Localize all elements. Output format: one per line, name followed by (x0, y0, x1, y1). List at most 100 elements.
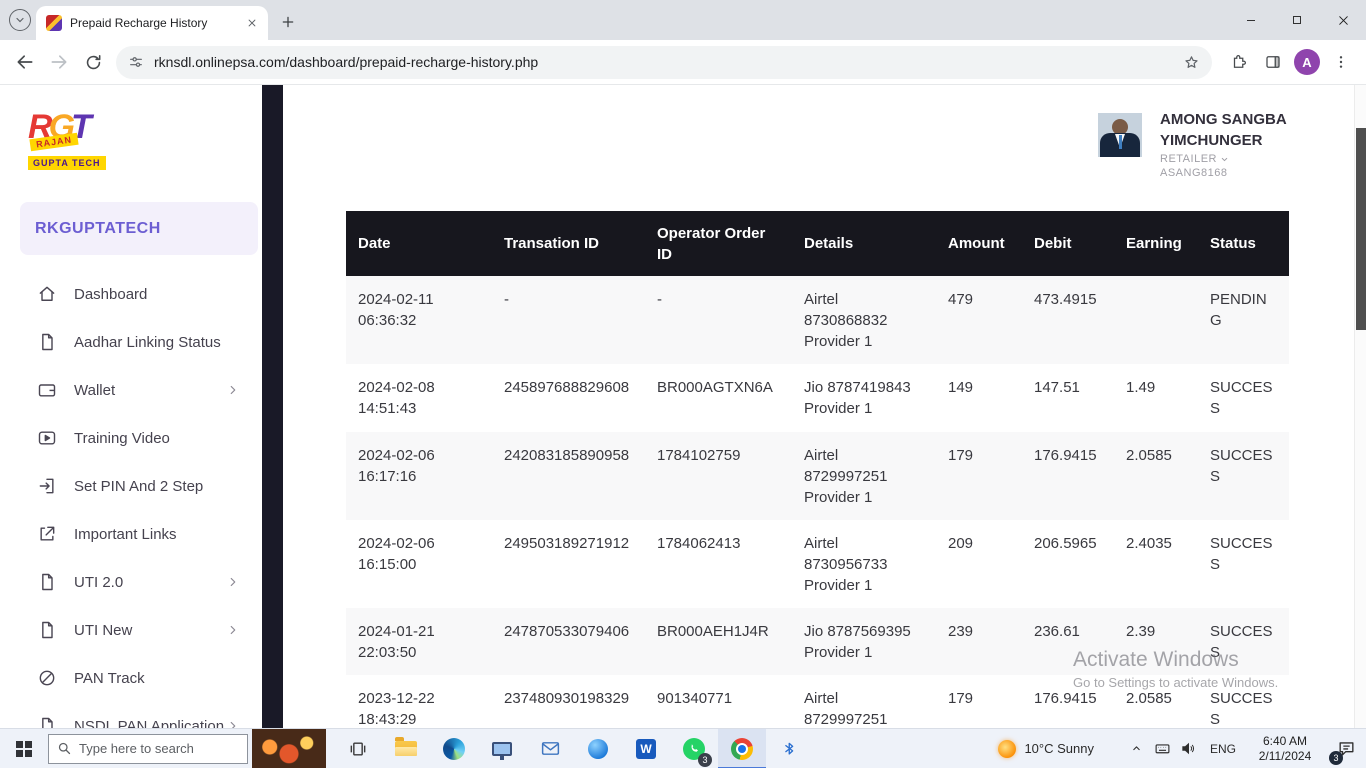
cell-earning (1114, 276, 1198, 364)
hidden-icons-button[interactable] (1126, 729, 1148, 768)
bluetooth-icon (781, 740, 799, 758)
table-row: 2024-01-21 22:03:50 247870533079406 BR00… (346, 608, 1289, 675)
column-header-earning: Earning (1114, 211, 1198, 276)
sidebar-item-dashboard[interactable]: Dashboard (0, 270, 262, 318)
document-icon (36, 619, 58, 641)
recharge-history-table: Date Transation ID Operator Order ID Det… (346, 211, 1289, 728)
sidebar-item-label: UTI 2.0 (74, 574, 123, 591)
table-row: 2024-02-11 06:36:32 - - Airtel 873086883… (346, 276, 1289, 364)
url-text[interactable]: rknsdl.onlinepsa.com/dashboard/prepaid-r… (154, 54, 1183, 70)
notification-center-button[interactable]: 3 (1326, 729, 1366, 768)
user-role-dropdown[interactable]: RETAILER (1160, 153, 1292, 165)
column-header-status: Status (1198, 211, 1289, 276)
cell-status: SUCCESS (1198, 608, 1289, 675)
cell-earning: 2.39 (1114, 608, 1198, 675)
sidebar-item-uti-new[interactable]: UTI New (0, 606, 262, 654)
chevron-up-icon (1130, 742, 1143, 755)
sidebar-item-pan-track[interactable]: PAN Track (0, 654, 262, 702)
taskbar-search[interactable]: Type here to search (48, 734, 248, 764)
sidebar-item-training-video[interactable]: Training Video (0, 414, 262, 462)
sidebar-item-label: Dashboard (74, 286, 147, 303)
word-button[interactable] (622, 729, 670, 768)
mail-button[interactable] (526, 729, 574, 768)
blue-app-button[interactable] (574, 729, 622, 768)
toolbar-right: A (1222, 45, 1358, 79)
cell-date: 2024-02-06 16:17:16 (346, 432, 492, 520)
browser-menu-icon[interactable] (1324, 45, 1358, 79)
back-button[interactable] (8, 45, 42, 79)
notification-badge: 3 (1329, 751, 1343, 765)
reload-button[interactable] (76, 45, 110, 79)
sidebar-item-label: UTI New (74, 622, 132, 639)
sidebar-item-important-links[interactable]: Important Links (0, 510, 262, 558)
sidebar-item-set-pin[interactable]: Set PIN And 2 Step (0, 462, 262, 510)
start-button[interactable] (0, 729, 48, 768)
site-settings-icon[interactable] (128, 54, 144, 70)
tab-list-icon[interactable] (9, 9, 31, 31)
user-id: ASANG8168 (1160, 167, 1292, 179)
browser-tab-strip: Prepaid Recharge History (0, 0, 1366, 40)
weather-text: 10°C Sunny (1024, 741, 1094, 756)
column-header-transation-id: Transation ID (492, 211, 645, 276)
column-header-amount: Amount (936, 211, 1022, 276)
extensions-icon[interactable] (1222, 45, 1256, 79)
chevron-down-icon (1220, 155, 1229, 164)
chevron-right-icon (226, 623, 240, 637)
table-row: 2024-02-06 16:15:00 249503189271912 1784… (346, 520, 1289, 608)
cell-debit: 206.5965 (1022, 520, 1114, 608)
task-view-icon (348, 739, 368, 759)
video-icon (36, 427, 58, 449)
cell-operator-order-id: 1784062413 (645, 520, 792, 608)
wallet-icon (36, 379, 58, 401)
profile-avatar[interactable]: A (1294, 49, 1320, 75)
monitor-app-button[interactable] (478, 729, 526, 768)
windows-logo-icon (16, 741, 32, 757)
task-view-button[interactable] (334, 729, 382, 768)
touch-keyboard-button[interactable] (1152, 729, 1174, 768)
window-minimize-icon[interactable] (1228, 0, 1274, 40)
edge-icon (443, 738, 465, 760)
volume-button[interactable] (1178, 729, 1200, 768)
browser-toolbar: rknsdl.onlinepsa.com/dashboard/prepaid-r… (0, 40, 1366, 85)
cell-transation-id: - (492, 276, 645, 364)
brand-title[interactable]: RKGUPTATECH (20, 202, 258, 255)
column-header-debit: Debit (1022, 211, 1114, 276)
bookmark-star-icon[interactable] (1183, 54, 1200, 71)
sidebar-item-wallet[interactable]: Wallet (0, 366, 262, 414)
bluetooth-button[interactable] (766, 729, 814, 768)
page-scrollbar[interactable] (1354, 85, 1366, 728)
tab-close-icon[interactable] (243, 15, 260, 32)
sidebar-item-aadhar-linking-status[interactable]: Aadhar Linking Status (0, 318, 262, 366)
window-close-icon[interactable] (1320, 0, 1366, 40)
user-avatar (1098, 113, 1142, 157)
sidebar-item-uti-20[interactable]: UTI 2.0 (0, 558, 262, 606)
browser-tab[interactable]: Prepaid Recharge History (36, 6, 268, 40)
taskbar-clock[interactable]: 6:40 AM 2/11/2024 (1252, 734, 1318, 764)
language-indicator[interactable]: ENG (1210, 742, 1236, 756)
sidebar-divider (262, 85, 283, 728)
cell-date: 2024-02-08 14:51:43 (346, 364, 492, 432)
new-tab-button[interactable] (274, 8, 302, 36)
cell-date: 2023-12-22 18:43:29 (346, 675, 492, 728)
chrome-icon (731, 738, 753, 760)
address-bar[interactable]: rknsdl.onlinepsa.com/dashboard/prepaid-r… (116, 46, 1212, 79)
side-panel-icon[interactable] (1256, 45, 1290, 79)
cell-status: SUCCESS (1198, 520, 1289, 608)
sidebar-item-nsdl-pan-application[interactable]: NSDL PAN Application (0, 702, 262, 728)
sidebar-item-label: Aadhar Linking Status (74, 334, 221, 351)
whatsapp-button[interactable]: 3 (670, 729, 718, 768)
chrome-button[interactable] (718, 729, 766, 768)
column-header-operator-order-id: Operator Order ID (645, 211, 792, 276)
news-interests-widget[interactable] (252, 729, 326, 768)
file-explorer-button[interactable] (382, 729, 430, 768)
weather-widget[interactable]: 10°C Sunny (998, 740, 1094, 758)
window-maximize-icon[interactable] (1274, 0, 1320, 40)
table-header-row: Date Transation ID Operator Order ID Det… (346, 211, 1289, 276)
cell-transation-id: 245897688829608 (492, 364, 645, 432)
rgt-logo[interactable]: RGT RAJAN GUPTA TECH (28, 110, 100, 174)
scrollbar-thumb[interactable] (1356, 128, 1366, 330)
monitor-icon (492, 742, 512, 756)
search-icon (57, 741, 72, 756)
cell-date: 2024-02-06 16:15:00 (346, 520, 492, 608)
edge-button[interactable] (430, 729, 478, 768)
